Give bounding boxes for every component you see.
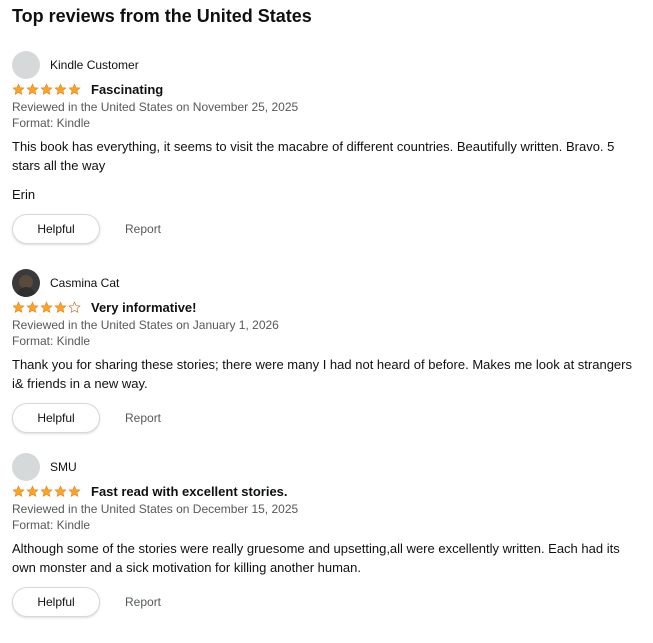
review-item: Casmina Cat Very informative! Reviewed i… xyxy=(12,268,642,433)
review-item: SMU Fast read with excellent stories. Re… xyxy=(12,452,642,617)
review-body: Thank you for sharing these stories; the… xyxy=(12,357,632,391)
reviewer-name: Casmina Cat xyxy=(50,276,120,290)
star-filled-icon xyxy=(54,485,67,497)
review-format: Format: Kindle xyxy=(12,518,91,532)
star-filled-icon xyxy=(68,485,81,497)
star-filled-icon xyxy=(26,485,39,497)
star-filled-icon xyxy=(54,83,67,95)
star-filled-icon xyxy=(40,301,53,313)
star-filled-icon xyxy=(40,83,53,95)
star-filled-icon xyxy=(12,83,25,95)
review-title[interactable]: Very informative! xyxy=(91,300,197,315)
star-filled-icon xyxy=(54,301,67,313)
reviewer-name: Kindle Customer xyxy=(50,58,139,72)
avatar xyxy=(12,51,40,79)
review-title[interactable]: Fascinating xyxy=(91,82,163,97)
star-filled-icon xyxy=(40,485,53,497)
review-title[interactable]: Fast read with excellent stories. xyxy=(91,484,288,499)
helpful-button[interactable]: Helpful xyxy=(12,587,100,617)
review-format: Format: Kindle xyxy=(12,116,91,130)
star-filled-icon xyxy=(26,83,39,95)
star-filled-icon xyxy=(12,301,25,313)
review-date: Reviewed in the United States on Decembe… xyxy=(12,502,299,516)
report-link[interactable]: Report xyxy=(125,411,161,425)
star-rating[interactable] xyxy=(12,301,81,314)
reviews-heading: Top reviews from the United States xyxy=(12,6,312,26)
reviewer-profile[interactable]: SMU xyxy=(12,452,642,482)
report-link[interactable]: Report xyxy=(125,222,161,236)
avatar xyxy=(12,453,40,481)
review-date: Reviewed in the United States on January… xyxy=(12,318,279,332)
helpful-button[interactable]: Helpful xyxy=(12,214,100,244)
review-date: Reviewed in the United States on Novembe… xyxy=(12,100,299,114)
review-item: Kindle Customer Fascinating Reviewed in … xyxy=(12,50,642,244)
star-rating[interactable] xyxy=(12,485,81,498)
reviewer-profile[interactable]: Kindle Customer xyxy=(12,50,642,80)
star-filled-icon xyxy=(26,301,39,313)
reviewer-profile[interactable]: Casmina Cat xyxy=(12,268,642,298)
helpful-button[interactable]: Helpful xyxy=(12,403,100,433)
report-link[interactable]: Report xyxy=(125,595,161,609)
star-filled-icon xyxy=(12,485,25,497)
review-format: Format: Kindle xyxy=(12,334,91,348)
review-signature: Erin xyxy=(12,187,36,202)
review-body: Although some of the stories were really… xyxy=(12,541,620,575)
reviews-section: Top reviews from the United States Kindl… xyxy=(0,0,653,643)
star-empty-icon xyxy=(68,301,81,313)
star-rating[interactable] xyxy=(12,83,81,96)
reviewer-name: SMU xyxy=(50,460,77,474)
star-filled-icon xyxy=(68,83,81,95)
avatar xyxy=(12,269,40,297)
review-body: This book has everything, it seems to vi… xyxy=(12,139,615,173)
